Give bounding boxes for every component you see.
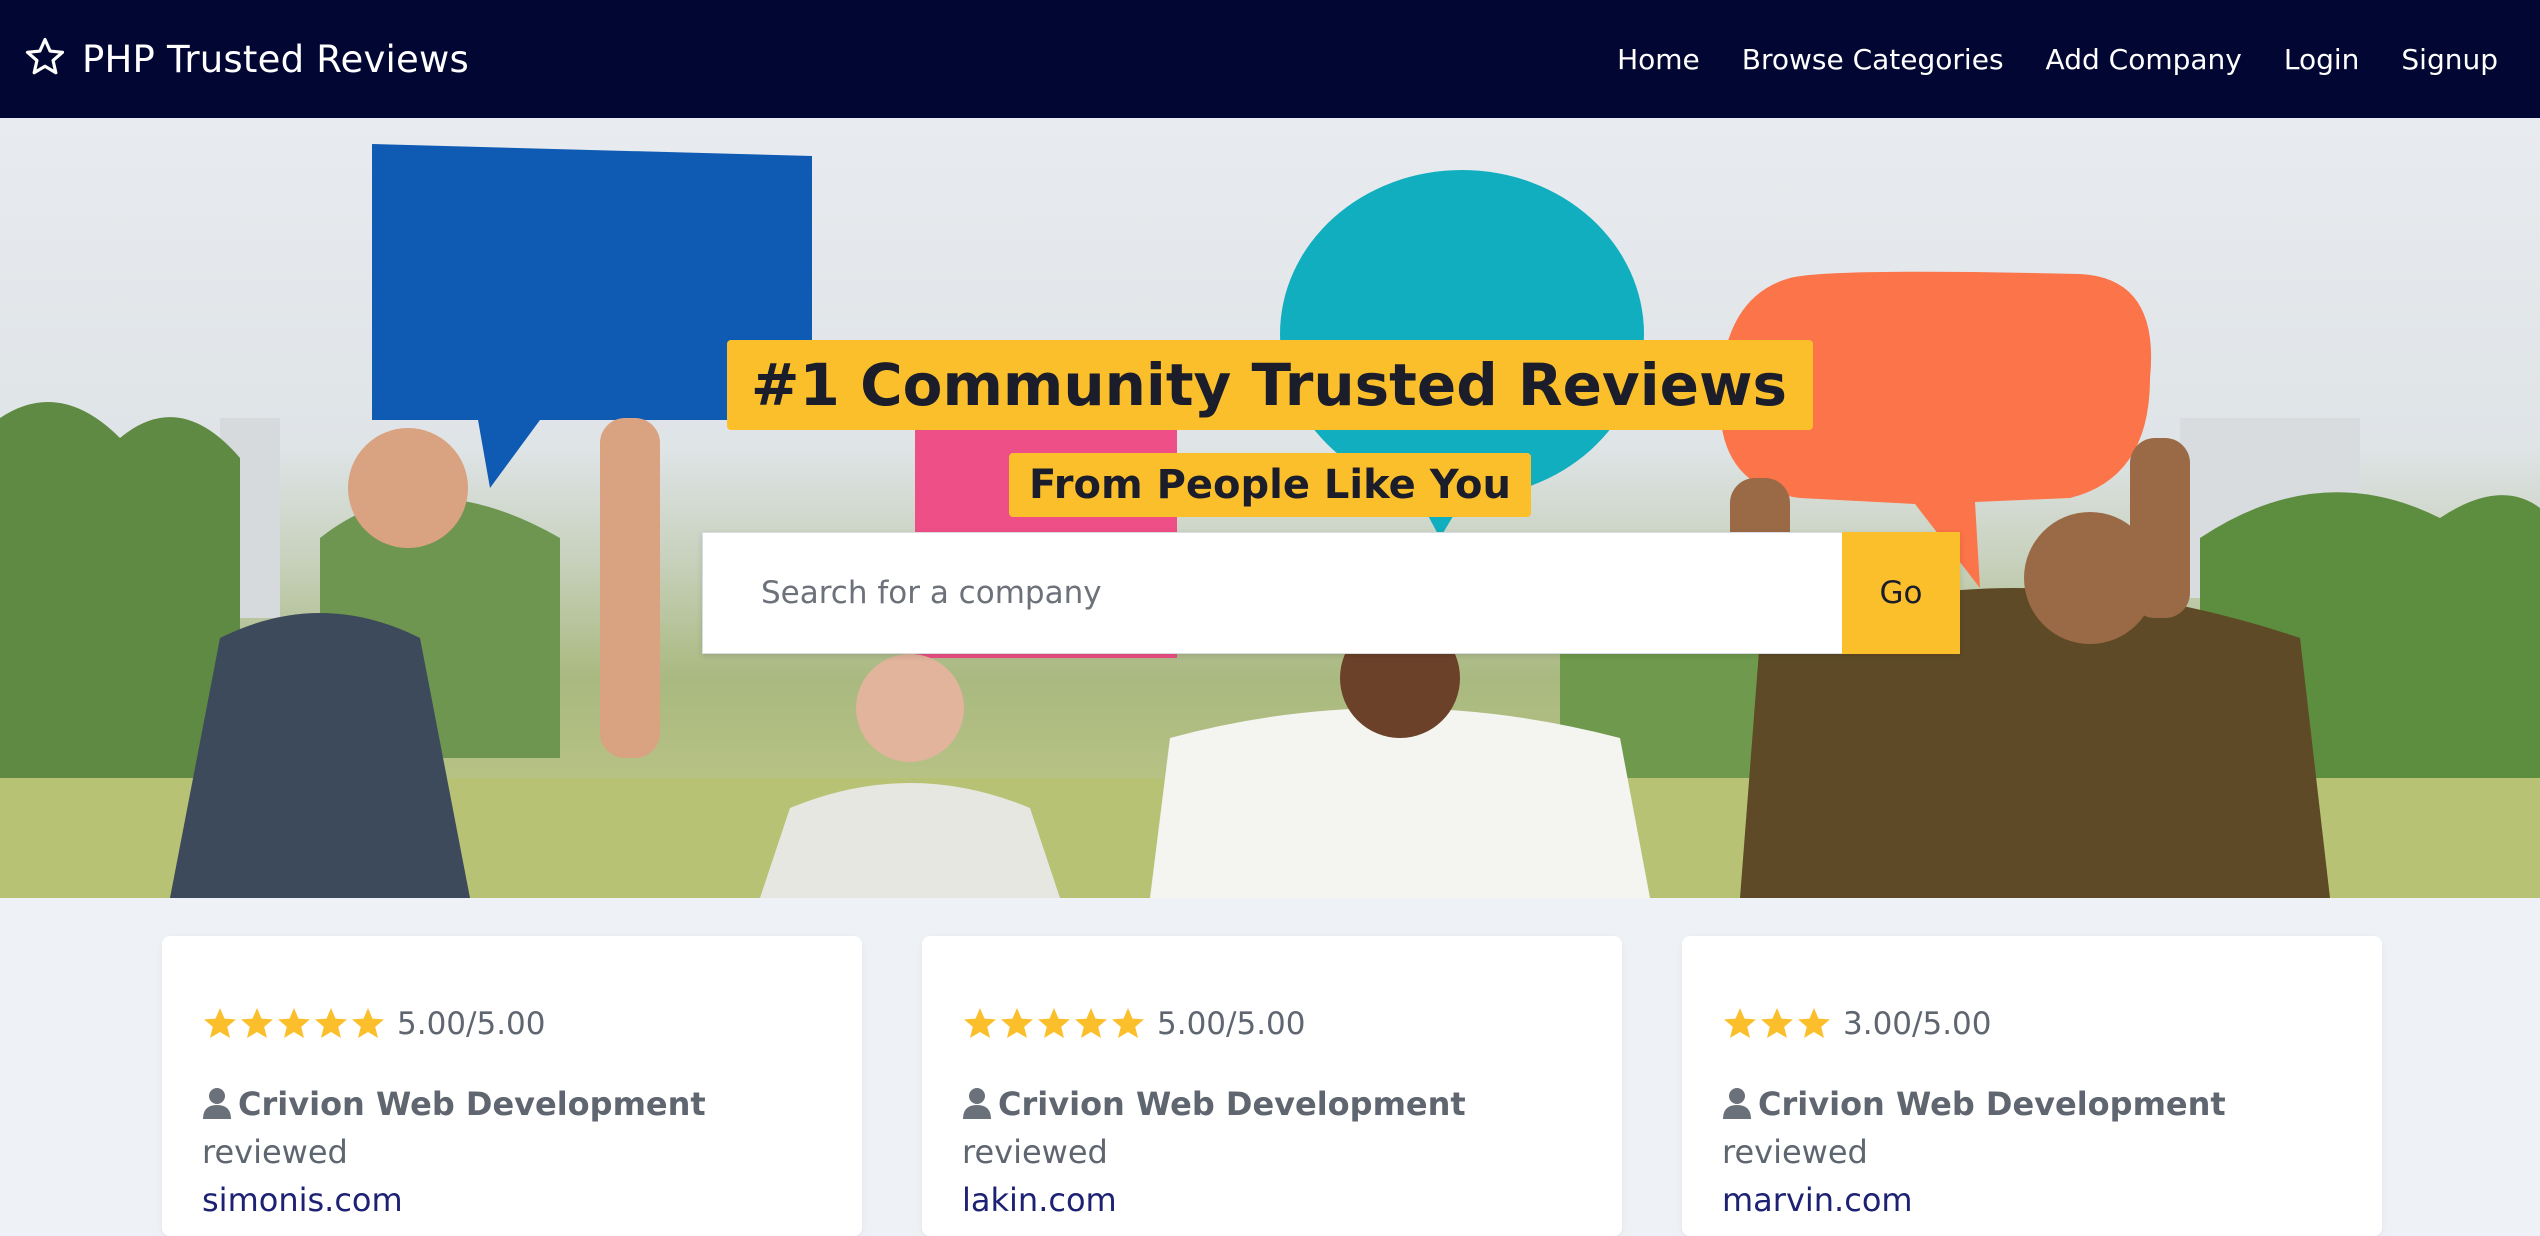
star-icon bbox=[1724, 1008, 1756, 1038]
nav-browse-categories[interactable]: Browse Categories bbox=[1742, 43, 2004, 76]
star-icon bbox=[1038, 1008, 1070, 1038]
rating-value: 5.00/5.00 bbox=[1157, 1006, 1306, 1042]
star-rating bbox=[1722, 1007, 1833, 1041]
nav-signup[interactable]: Signup bbox=[2401, 43, 2498, 76]
search-go-button[interactable]: Go bbox=[1842, 532, 1960, 654]
star-rating bbox=[202, 1007, 387, 1041]
reviewed-company-link[interactable]: lakin.com bbox=[962, 1176, 1582, 1224]
star-rating bbox=[962, 1007, 1147, 1041]
company-search-form: Go bbox=[702, 532, 1960, 654]
nav-login[interactable]: Login bbox=[2284, 43, 2360, 76]
review-card: 5.00/5.00 Crivion Web Development review… bbox=[162, 936, 862, 1236]
hero-section: #1 Community Trusted Reviews From People… bbox=[0, 118, 2540, 898]
review-card: 5.00/5.00 Crivion Web Development review… bbox=[922, 936, 1622, 1236]
nav-links: Home Browse Categories Add Company Login… bbox=[1575, 43, 2498, 76]
star-icon bbox=[1075, 1008, 1107, 1038]
review-action: reviewed bbox=[962, 1133, 1108, 1171]
star-icon bbox=[204, 1008, 236, 1038]
star-icon bbox=[1798, 1008, 1830, 1038]
brand-link[interactable]: PHP Trusted Reviews bbox=[24, 36, 469, 82]
review-action: reviewed bbox=[202, 1133, 348, 1171]
star-icon bbox=[1001, 1008, 1033, 1038]
review-card: 3.00/5.00 Crivion Web Development review… bbox=[1682, 936, 2382, 1236]
user-icon bbox=[962, 1084, 992, 1119]
reviewer-name: Crivion Web Development bbox=[238, 1085, 706, 1123]
hero-headline: #1 Community Trusted Reviews bbox=[726, 340, 1814, 430]
nav-home[interactable]: Home bbox=[1617, 43, 1700, 76]
review-action: reviewed bbox=[1722, 1133, 1868, 1171]
user-icon bbox=[1722, 1084, 1752, 1119]
top-navbar: PHP Trusted Reviews Home Browse Categori… bbox=[0, 0, 2540, 118]
recent-reviews: 5.00/5.00 Crivion Web Development review… bbox=[0, 936, 2540, 1236]
rating-value: 5.00/5.00 bbox=[397, 1006, 546, 1042]
nav-add-company[interactable]: Add Company bbox=[2046, 43, 2242, 76]
star-icon bbox=[241, 1008, 273, 1038]
star-icon bbox=[1761, 1008, 1793, 1038]
brand-name: PHP Trusted Reviews bbox=[82, 37, 469, 81]
star-icon bbox=[278, 1008, 310, 1038]
star-icon bbox=[964, 1008, 996, 1038]
reviewer-name: Crivion Web Development bbox=[1758, 1085, 2226, 1123]
rating-value: 3.00/5.00 bbox=[1843, 1006, 1992, 1042]
star-outline-icon bbox=[24, 36, 82, 82]
star-icon bbox=[1112, 1008, 1144, 1038]
user-icon bbox=[202, 1084, 232, 1119]
star-icon bbox=[315, 1008, 347, 1038]
star-icon bbox=[352, 1008, 384, 1038]
reviewed-company-link[interactable]: simonis.com bbox=[202, 1176, 822, 1224]
hero-subheadline: From People Like You bbox=[1009, 453, 1531, 517]
reviewed-company-link[interactable]: marvin.com bbox=[1722, 1176, 2342, 1224]
reviewer-name: Crivion Web Development bbox=[998, 1085, 1466, 1123]
company-search-input[interactable] bbox=[702, 532, 1842, 654]
